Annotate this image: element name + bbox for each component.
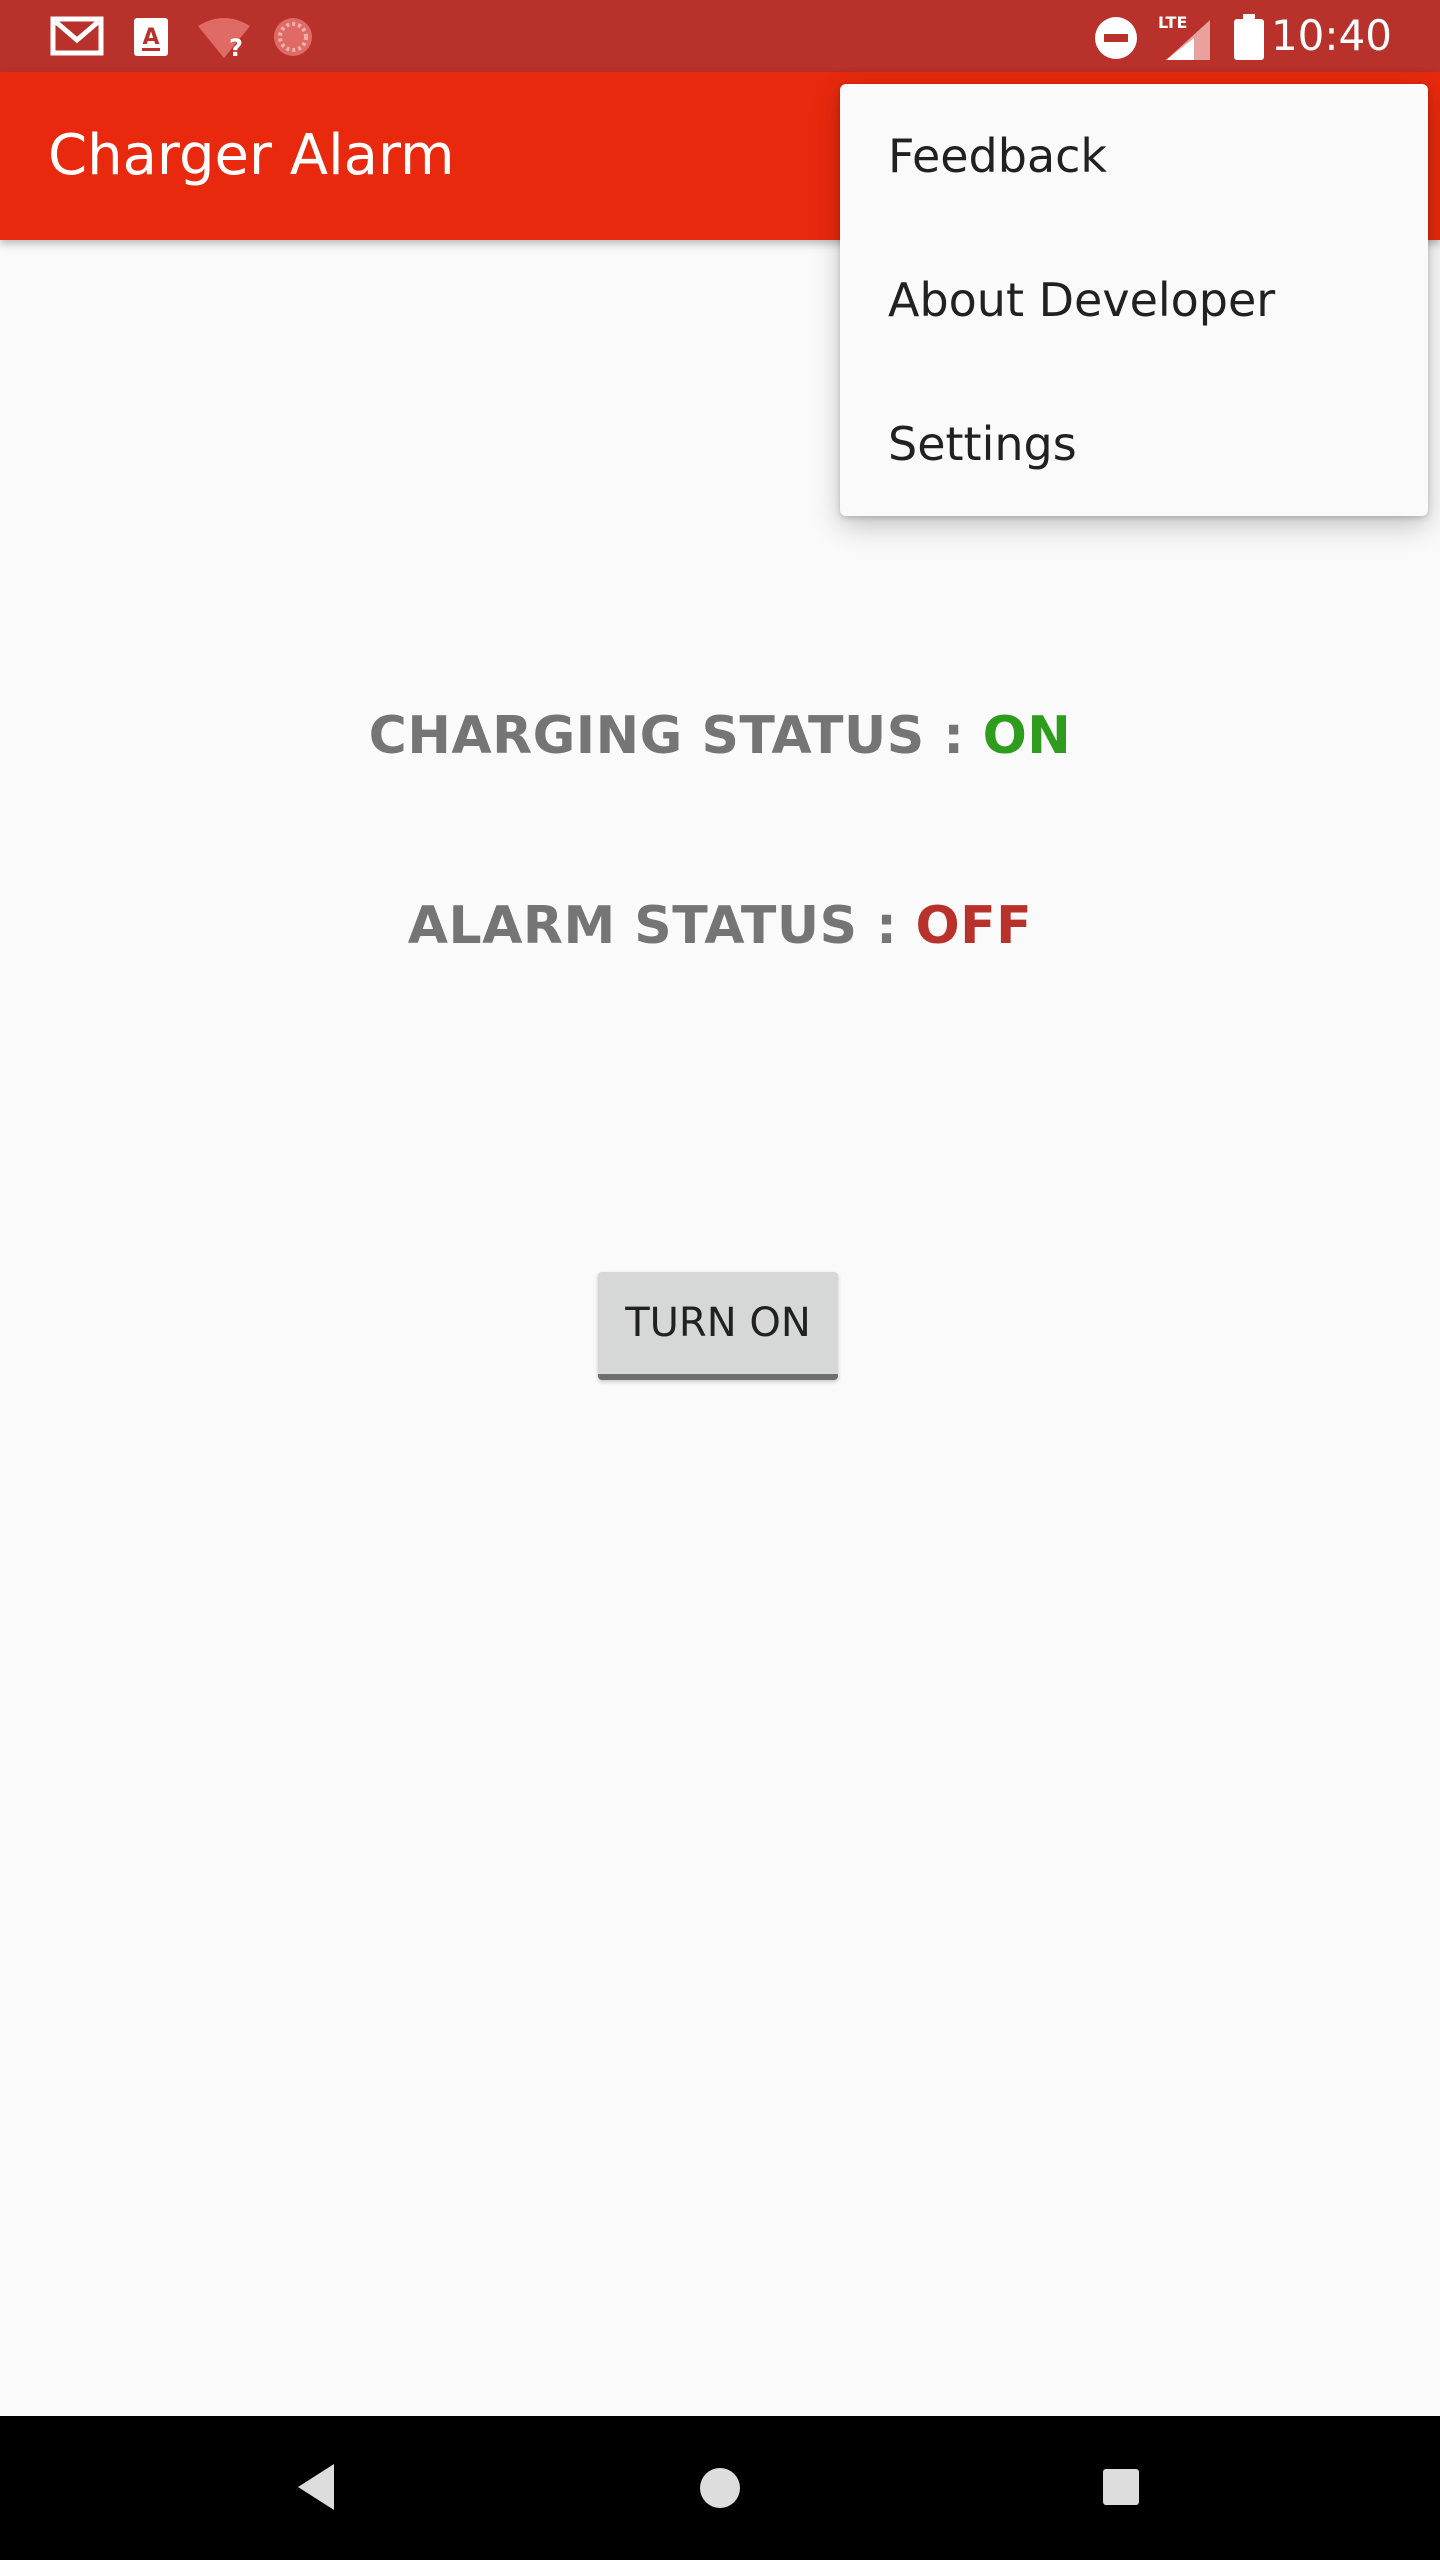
svg-text:?: ? — [229, 34, 243, 58]
sync-icon — [274, 18, 312, 56]
charging-status-row: CHARGING STATUS : ON — [0, 706, 1440, 766]
battery-icon — [1234, 14, 1264, 60]
turn-on-button[interactable]: TURN ON — [598, 1272, 838, 1380]
menu-item-about-developer[interactable]: About Developer — [840, 228, 1428, 372]
charging-status-value: ON — [982, 706, 1072, 766]
wifi-unknown-icon: ? — [198, 18, 250, 58]
navigation-bar — [0, 2416, 1440, 2560]
do-not-disturb-icon — [1095, 17, 1137, 59]
back-icon[interactable] — [294, 2462, 338, 2512]
status-time: 10:40 — [1270, 11, 1392, 60]
overflow-menu: Feedback About Developer Settings — [840, 84, 1428, 516]
gmail-icon — [50, 16, 104, 56]
alarm-status-value: OFF — [915, 896, 1033, 956]
menu-item-settings[interactable]: Settings — [840, 372, 1428, 516]
svg-text:A: A — [142, 25, 159, 50]
svg-text:LTE: LTE — [1158, 13, 1187, 32]
recents-icon[interactable] — [1102, 2468, 1140, 2506]
app-title: Charger Alarm — [48, 123, 455, 188]
app-notification-icon: A — [134, 18, 168, 56]
alarm-status-label: ALARM STATUS : — [407, 896, 898, 956]
charging-status-label: CHARGING STATUS : — [368, 706, 965, 766]
status-bar: A ? LTE 10:40 — [0, 0, 1440, 72]
lte-signal-icon: LTE — [1158, 13, 1210, 60]
menu-item-feedback[interactable]: Feedback — [840, 84, 1428, 228]
home-icon[interactable] — [698, 2466, 742, 2510]
alarm-status-row: ALARM STATUS : OFF — [0, 896, 1440, 956]
